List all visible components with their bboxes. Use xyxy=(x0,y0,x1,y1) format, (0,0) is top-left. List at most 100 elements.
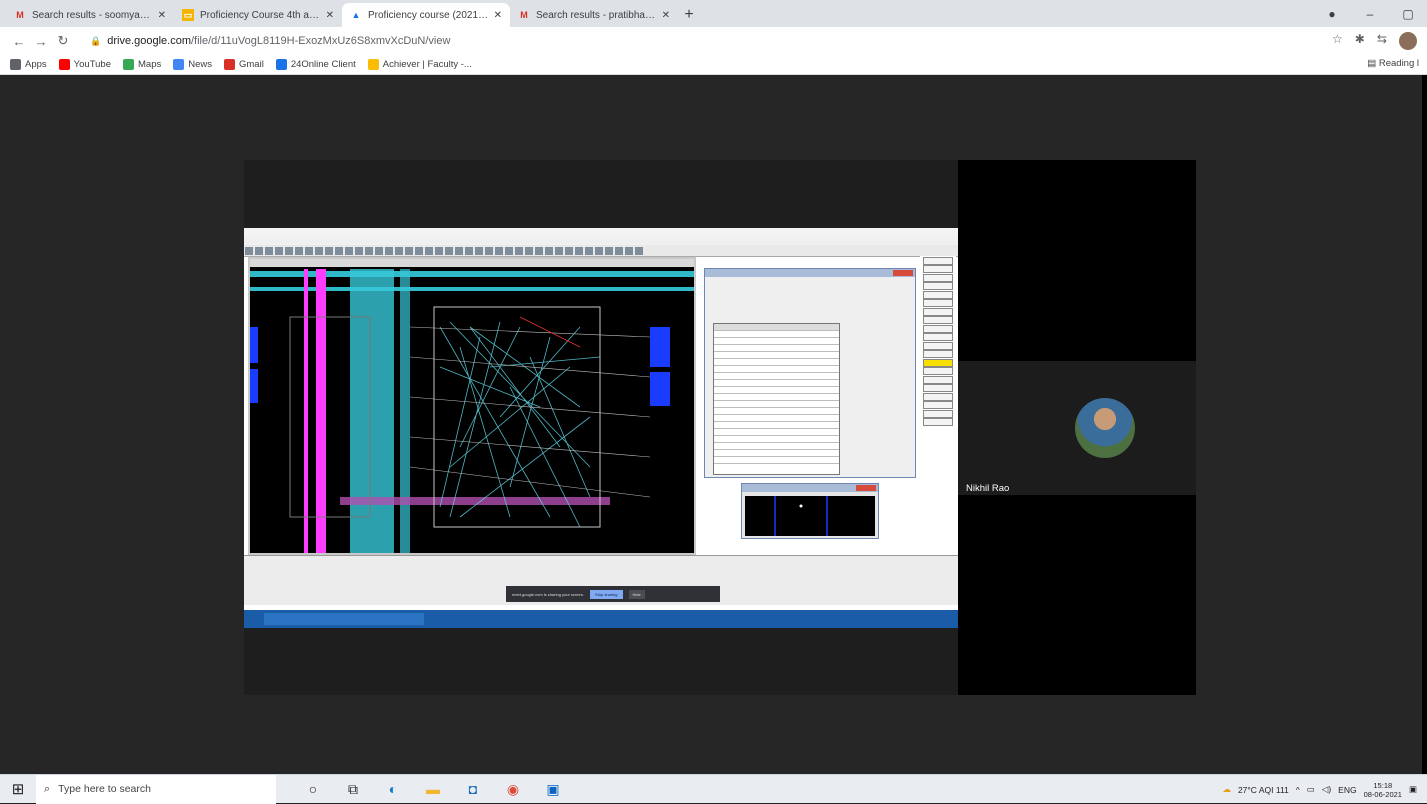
cortana-icon[interactable]: ○ xyxy=(304,781,322,797)
extension-icons: ☆ ✱ ⇆ xyxy=(1332,32,1417,50)
shared-screen: meet.google.com is sharing your screen. … xyxy=(244,160,958,695)
tab-gmail-soomyashree[interactable]: M Search results - soomyashree.n ✕ xyxy=(6,3,174,27)
clock-date: 08-06-2021 xyxy=(1363,789,1402,799)
cell-table xyxy=(713,323,840,475)
gmail-icon: M xyxy=(520,10,528,20)
shared-taskbar-search xyxy=(264,613,424,625)
hide-button[interactable]: Hide xyxy=(628,589,645,599)
viewport-header xyxy=(742,484,878,492)
lock-icon: 🔒 xyxy=(90,35,102,46)
chevron-up-icon[interactable]: ^ xyxy=(1296,785,1300,795)
new-tab-button[interactable]: + xyxy=(678,3,700,27)
taskbar-apps: ○ ⧉ ◐ ▬ ◘ ◉ ▣ xyxy=(304,781,562,798)
person-icon xyxy=(367,59,379,70)
bookmark-achiever[interactable]: Achiever | Faculty -... xyxy=(367,59,472,70)
url-path: /file/d/11uVogL8119H-ExozMxUz6S8xmvXcDuN… xyxy=(191,35,451,47)
screen-share-bar: meet.google.com is sharing your screen. … xyxy=(506,586,720,602)
language-indicator[interactable]: ENG xyxy=(1338,785,1356,795)
weather-text[interactable]: 27°C AQI 111 xyxy=(1238,785,1289,795)
bookmark-24online[interactable]: 24Online Client xyxy=(275,59,356,70)
maximize-icon[interactable]: ▢ xyxy=(1389,7,1427,21)
edge-icon[interactable]: ◐ xyxy=(384,781,402,797)
cell-panel-header xyxy=(705,269,915,277)
drive-icon: ▲ xyxy=(351,10,361,20)
bookmark-label: News xyxy=(188,59,212,70)
translate-icon[interactable]: ⇆ xyxy=(1377,32,1387,50)
share-notice: meet.google.com is sharing your screen. xyxy=(512,591,585,597)
news-icon xyxy=(173,59,185,70)
bookmark-label: Achiever | Faculty -... xyxy=(382,59,472,70)
network-icon[interactable]: ▭ xyxy=(1307,784,1315,795)
back-icon[interactable]: ← xyxy=(8,34,30,49)
command-line xyxy=(244,556,958,564)
search-placeholder: Type here to search xyxy=(58,783,151,795)
participant-panel: Nikhil Rao xyxy=(958,160,1196,695)
close-icon[interactable]: ✕ xyxy=(494,10,502,21)
close-icon[interactable]: ✕ xyxy=(662,10,670,21)
tab-gmail-pratibha[interactable]: M Search results - pratibha.yashas ✕ xyxy=(510,3,678,27)
stop-sharing-button[interactable]: Stop sharing xyxy=(590,589,623,599)
meeting-recording[interactable]: meet.google.com is sharing your screen. … xyxy=(244,160,1196,695)
outlook-icon[interactable]: ▣ xyxy=(544,781,562,798)
gmail-icon xyxy=(224,59,235,70)
profile-icon[interactable]: ● xyxy=(1313,7,1351,21)
shared-taskbar xyxy=(244,610,958,628)
layout-canvas xyxy=(248,257,696,555)
address-bar: ← → ↻ 🔒 drive.google.com /file/d/11uVogL… xyxy=(0,27,1427,55)
tab-title: Proficiency Course 4th and 6th xyxy=(200,9,322,21)
windows-start-icon[interactable]: ⊞ xyxy=(0,775,36,804)
close-icon[interactable]: ✕ xyxy=(326,10,334,21)
cad-toolbar xyxy=(244,245,958,257)
extensions-icon[interactable]: ✱ xyxy=(1355,32,1365,50)
file-explorer-icon[interactable]: ▬ xyxy=(424,781,442,797)
bookmark-label: YouTube xyxy=(73,59,111,70)
avatar[interactable] xyxy=(1398,32,1417,50)
tab-proficiency-slides[interactable]: ▭ Proficiency Course 4th and 6th ✕ xyxy=(174,3,342,27)
bookmark-youtube[interactable]: YouTube xyxy=(58,59,111,70)
taskbar-search[interactable]: ⌕ Type here to search xyxy=(36,774,276,804)
search-icon: ⌕ xyxy=(44,782,51,795)
cloud-icon xyxy=(275,59,287,70)
store-icon[interactable]: ◘ xyxy=(464,781,482,797)
url-host: drive.google.com xyxy=(107,35,191,47)
tab-proficiency-drive[interactable]: ▲ Proficiency course (2021-01 ✕ xyxy=(342,3,510,27)
bookmark-label: 24Online Client xyxy=(290,59,356,70)
bookmark-label: Apps xyxy=(25,59,47,70)
reading-list-icon: ▤ xyxy=(1367,58,1379,69)
layout-header xyxy=(250,259,694,267)
apps-icon xyxy=(10,59,21,70)
bookmark-gmail[interactable]: Gmail xyxy=(224,59,264,70)
minimize-icon[interactable]: – xyxy=(1351,7,1389,21)
reading-list-label: Reading l xyxy=(1378,58,1419,69)
url-field[interactable]: 🔒 drive.google.com /file/d/11uVogL8119H-… xyxy=(82,30,1322,52)
bookmark-news[interactable]: News xyxy=(173,59,212,70)
gmail-icon: M xyxy=(16,10,24,20)
avatar xyxy=(1075,398,1135,458)
tab-title: Proficiency course (2021-01 xyxy=(368,9,490,21)
task-view-icon[interactable]: ⧉ xyxy=(344,781,362,798)
chrome-icon[interactable]: ◉ xyxy=(504,781,522,798)
window-controls: ● – ▢ xyxy=(1313,0,1427,27)
bookmark-maps[interactable]: Maps xyxy=(123,59,161,70)
forward-icon[interactable]: → xyxy=(30,34,52,49)
participant-tile: Nikhil Rao xyxy=(958,361,1196,495)
bookmark-label: Gmail xyxy=(239,59,264,70)
bookmark-label: Maps xyxy=(138,59,162,70)
bookmarks-bar: Apps YouTube Maps News Gmail 24Online Cl… xyxy=(0,55,1427,75)
cad-menu-bar xyxy=(244,237,958,245)
maps-icon xyxy=(123,59,134,70)
volume-icon[interactable]: ◁) xyxy=(1322,784,1331,795)
reading-list[interactable]: ▤ Reading l xyxy=(1367,58,1419,69)
clock[interactable]: 15:18 08-06-2021 xyxy=(1364,781,1402,799)
bookmark-apps[interactable]: Apps xyxy=(10,59,47,70)
star-icon[interactable]: ☆ xyxy=(1332,32,1343,50)
close-icon[interactable]: ✕ xyxy=(158,10,166,21)
viewer-edge xyxy=(1422,75,1427,774)
world-viewport xyxy=(741,483,879,539)
notifications-icon[interactable]: ▣ xyxy=(1409,784,1417,795)
youtube-icon xyxy=(58,59,70,70)
taskbar: ⊞ ⌕ Type here to search ○ ⧉ ◐ ▬ ◘ ◉ ▣ ☁ … xyxy=(0,774,1427,804)
tab-title: Search results - soomyashree.n xyxy=(32,9,154,21)
reload-icon[interactable]: ↻ xyxy=(52,33,74,49)
cad-screenshot: meet.google.com is sharing your screen. … xyxy=(244,228,958,628)
